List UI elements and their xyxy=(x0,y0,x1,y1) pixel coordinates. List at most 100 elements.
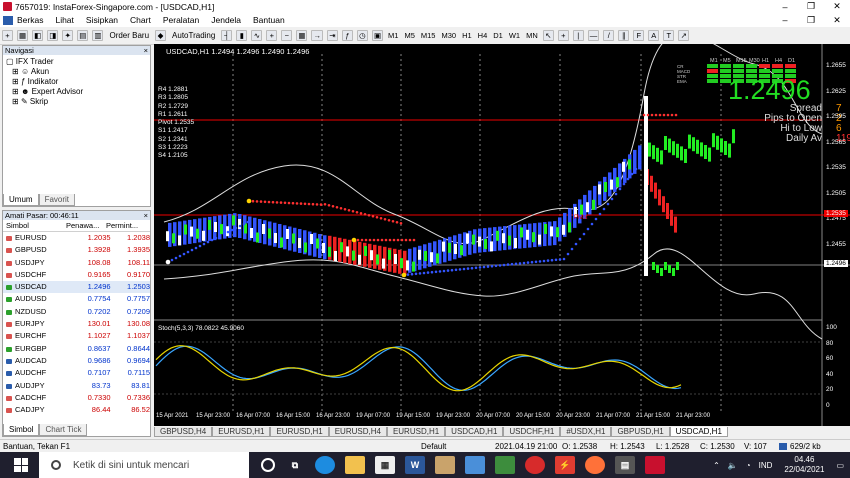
chart-shift-icon[interactable]: ⇥ xyxy=(326,30,338,41)
tree-root[interactable]: ▢ IFX Trader xyxy=(6,57,150,67)
windows-start-icon[interactable] xyxy=(14,458,28,472)
tab-favorit[interactable]: Favorit xyxy=(38,194,76,206)
app-icon-7[interactable] xyxy=(465,456,485,474)
chart-tab[interactable]: GBPUSD,H4 xyxy=(154,427,213,437)
close-icon[interactable]: × xyxy=(144,46,148,55)
autotrading-button[interactable]: AutoTrading xyxy=(170,30,217,41)
menu-berkas[interactable]: Berkas xyxy=(17,15,43,25)
vertical-line-icon[interactable]: | xyxy=(572,30,584,41)
chart-minimize-button[interactable]: – xyxy=(772,15,798,26)
chart-tab[interactable]: #USDX,H1 xyxy=(560,427,612,437)
data-window-icon[interactable]: ◨ xyxy=(47,30,59,41)
crosshair-icon[interactable]: + xyxy=(557,30,569,41)
autoscroll-icon[interactable]: → xyxy=(311,30,323,41)
chart-tab[interactable]: GBPUSD,H1 xyxy=(611,427,670,437)
market-row[interactable]: CADJPY 86.44 86.52 xyxy=(3,404,150,416)
instaforex-icon[interactable] xyxy=(645,456,665,474)
tree-expert[interactable]: ⊞ ☻ Expert Advisor xyxy=(6,87,150,97)
tf-m5[interactable]: M5 xyxy=(404,31,414,40)
task-view-icon[interactable]: ⧉ xyxy=(285,456,305,474)
clock[interactable]: 04.46 22/04/2021 xyxy=(784,455,824,475)
tree-akun[interactable]: ⊞ ☺ Akun xyxy=(6,67,150,77)
col-ask[interactable]: Permint... xyxy=(106,220,146,231)
zoom-in-icon[interactable]: + xyxy=(266,30,278,41)
tab-umum[interactable]: Umum xyxy=(3,194,39,206)
volume-icon[interactable]: 🔈 xyxy=(728,461,738,470)
restore-button[interactable]: ❐ xyxy=(798,1,824,12)
chart-window[interactable]: M1 M5 M15 M30 H1 H4 D1 CR MACD STR EMA USDCAD,H1 1… xyxy=(154,44,850,426)
menu-bantuan[interactable]: Bantuan xyxy=(253,15,285,25)
network-icon[interactable]: ◔ xyxy=(746,461,751,470)
chart-tab[interactable]: EURUSD,H1 xyxy=(212,427,271,437)
tree-indikator[interactable]: ⊞ ƒ Indikator xyxy=(6,77,150,87)
profiles-icon[interactable]: ▦ xyxy=(17,30,29,41)
app-icon-12[interactable]: ▤ xyxy=(615,456,635,474)
market-row[interactable]: EURUSD 1.2035 1.2038 xyxy=(3,232,150,244)
chart-tab[interactable]: USDCHF,H1 xyxy=(503,427,561,437)
menu-lihat[interactable]: Lihat xyxy=(55,15,73,25)
menu-peralatan[interactable]: Peralatan xyxy=(163,15,199,25)
tf-h1[interactable]: H1 xyxy=(462,31,472,40)
tf-m30[interactable]: M30 xyxy=(441,31,456,40)
col-bid[interactable]: Penawa... xyxy=(66,220,106,231)
metaeditor-icon[interactable]: ◆ xyxy=(155,30,167,41)
menu-sisipkan[interactable]: Sisipkan xyxy=(86,15,118,25)
chart-tab[interactable]: USDCAD,H1 xyxy=(669,427,728,437)
taskbar-search[interactable]: Ketik di sini untuk mencari xyxy=(39,452,249,478)
menu-chart[interactable]: Chart xyxy=(130,15,151,25)
chart-tab[interactable]: EURUSD,H1 xyxy=(270,427,329,437)
market-row[interactable]: AUDCHF 0.7107 0.7115 xyxy=(3,367,150,379)
market-row[interactable]: GBPUSD 1.3928 1.3935 xyxy=(3,244,150,256)
chart-tab[interactable]: EURUSD,H4 xyxy=(328,427,387,437)
close-button[interactable]: ✕ xyxy=(824,1,850,12)
tab-simbol[interactable]: Simbol xyxy=(3,424,40,436)
chart-close-button[interactable]: ✕ xyxy=(824,15,850,26)
market-row[interactable]: AUDCAD 0.9686 0.9694 xyxy=(3,355,150,367)
new-order-button[interactable]: Order Baru xyxy=(107,30,151,41)
templates-icon[interactable]: ▣ xyxy=(371,30,384,41)
arrows-icon[interactable]: ↗ xyxy=(678,30,690,41)
market-row[interactable]: USDCAD 1.2496 1.2503 xyxy=(3,281,150,294)
cortana-icon[interactable] xyxy=(261,458,275,472)
market-row[interactable]: EURJPY 130.01 130.08 xyxy=(3,318,150,330)
tf-w1[interactable]: W1 xyxy=(509,31,520,40)
periods-icon[interactable]: ◷ xyxy=(356,30,368,41)
language-indicator[interactable]: IND xyxy=(759,461,773,470)
minimize-button[interactable]: – xyxy=(772,2,798,12)
word-icon[interactable]: W xyxy=(405,456,425,474)
text-icon[interactable]: A xyxy=(648,30,660,41)
chart-restore-button[interactable]: ❐ xyxy=(798,15,824,26)
edge-icon[interactable] xyxy=(315,456,335,474)
app-icon-6[interactable] xyxy=(435,456,455,474)
market-row[interactable]: USDCHF 0.9165 0.9170 xyxy=(3,269,150,281)
col-symbol[interactable]: Simbol xyxy=(3,220,66,231)
store-icon[interactable]: ▦ xyxy=(375,456,395,474)
tf-m1[interactable]: M1 xyxy=(388,31,398,40)
close-icon[interactable]: × xyxy=(144,211,148,220)
tree-skrip[interactable]: ⊞ ✎ Skrip xyxy=(6,97,150,107)
notification-icon[interactable]: ▭ xyxy=(836,461,844,470)
line-chart-icon[interactable]: ∿ xyxy=(251,30,263,41)
tf-h4[interactable]: H4 xyxy=(478,31,488,40)
market-row[interactable]: AUDUSD 0.7754 0.7757 xyxy=(3,293,150,305)
tray-chevron-icon[interactable]: ⌃ xyxy=(713,461,720,470)
new-chart-icon[interactable]: + xyxy=(2,30,13,41)
navigator-icon[interactable]: ✦ xyxy=(62,30,74,41)
market-watch-icon[interactable]: ◧ xyxy=(32,30,44,41)
tester-icon[interactable]: ▥ xyxy=(92,30,104,41)
cursor-icon[interactable]: ↖ xyxy=(542,30,554,41)
market-row[interactable]: NZDUSD 0.7202 0.7209 xyxy=(3,306,150,318)
tile-icon[interactable]: ▦ xyxy=(296,30,308,41)
opera-icon[interactable] xyxy=(525,456,545,474)
market-row[interactable]: CADCHF 0.7330 0.7336 xyxy=(3,392,150,404)
market-row[interactable]: USDJPY 108.08 108.11 xyxy=(3,257,150,269)
terminal-icon[interactable]: ▤ xyxy=(77,30,89,41)
candle-chart-icon[interactable]: ▮ xyxy=(236,30,248,41)
tf-d1[interactable]: D1 xyxy=(493,31,503,40)
menu-jendela[interactable]: Jendela xyxy=(211,15,241,25)
chart-tab[interactable]: EURUSD,H1 xyxy=(386,427,446,437)
fibo-icon[interactable]: F xyxy=(633,30,645,41)
zoom-out-icon[interactable]: − xyxy=(281,30,293,41)
indicators-icon[interactable]: ƒ xyxy=(341,30,353,41)
horizontal-line-icon[interactable]: — xyxy=(587,30,600,41)
